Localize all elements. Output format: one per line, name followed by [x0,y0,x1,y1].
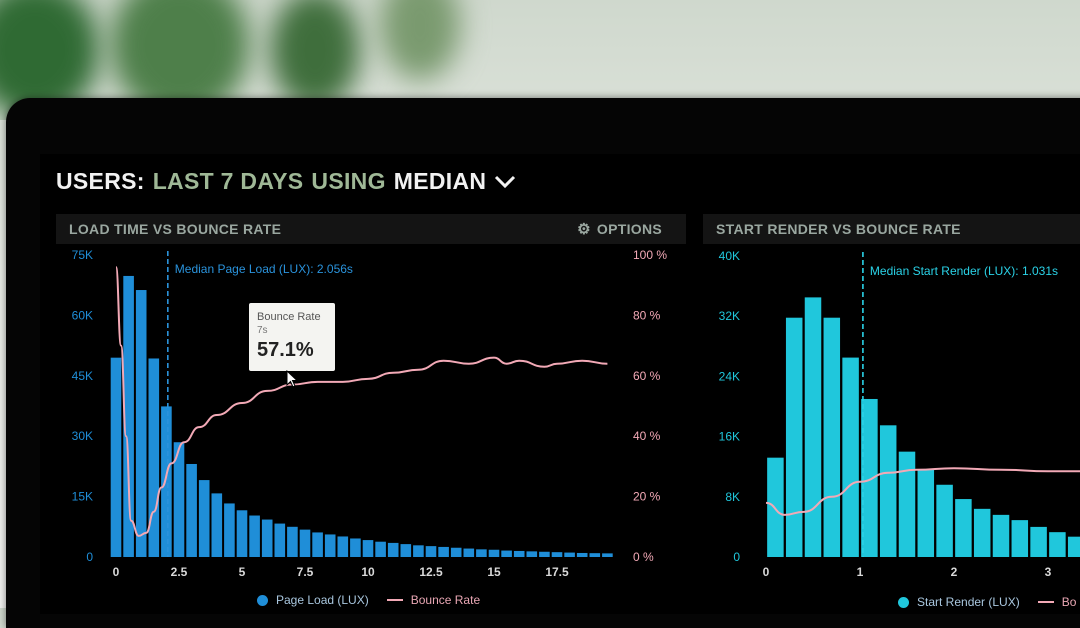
start-render-chart: 40K 32K 24K 16K 8K 0 0 1 2 3 Median Start Render (… [719,249,1080,579]
bar [936,484,953,557]
tooltip-sub: 7s [257,325,268,336]
tooltip-value: 57.1% [257,339,314,361]
bar [879,425,897,557]
y-tick-left: 0 [733,550,740,564]
bar [823,317,841,557]
bar [804,297,822,557]
legend-label-bounce-2[interactable]: Bo [1062,595,1077,609]
y-tick-left: 8K [725,490,740,504]
y-tick-left: 32K [719,309,740,323]
median-label: Median Start Render (LUX): 1.031s [870,264,1058,278]
bar [785,317,803,557]
x-tick: 0 [763,565,770,579]
bar [1011,520,1029,557]
bar [842,357,859,557]
bar [955,499,972,557]
legend-label-page-load[interactable]: Page Load (LUX) [276,593,369,607]
bar [917,469,935,557]
bar [1067,536,1080,557]
x-tick: 2 [951,565,958,579]
legend-swatch-page-load [257,594,268,606]
bounce-rate-tooltip: Bounce Rate 7s 57.1% [249,303,335,371]
legend-load-time: Page Load (LUX) Bounce Rate [257,593,480,607]
y-tick-left: 24K [719,369,740,383]
cursor-icon [286,370,298,388]
x-tick: 1 [857,565,864,579]
bar [1030,526,1047,557]
bar [898,451,916,557]
tooltip-label: Bounce Rate [257,311,321,323]
y-tick-left: 40K [719,249,740,263]
bar [1049,532,1066,557]
legend-swatch-start-render [898,596,909,608]
legend-swatch-bounce [386,599,403,601]
bar [992,514,1010,557]
legend-label-bounce[interactable]: Bounce Rate [411,593,480,607]
legend-label-start-render[interactable]: Start Render (LUX) [917,595,1020,609]
bar [973,508,991,557]
legend-start-render: Start Render (LUX) Bo [898,595,1076,609]
x-tick: 3 [1045,565,1052,579]
y-tick-left: 16K [719,430,740,444]
legend-swatch-bounce-2 [1037,601,1054,603]
